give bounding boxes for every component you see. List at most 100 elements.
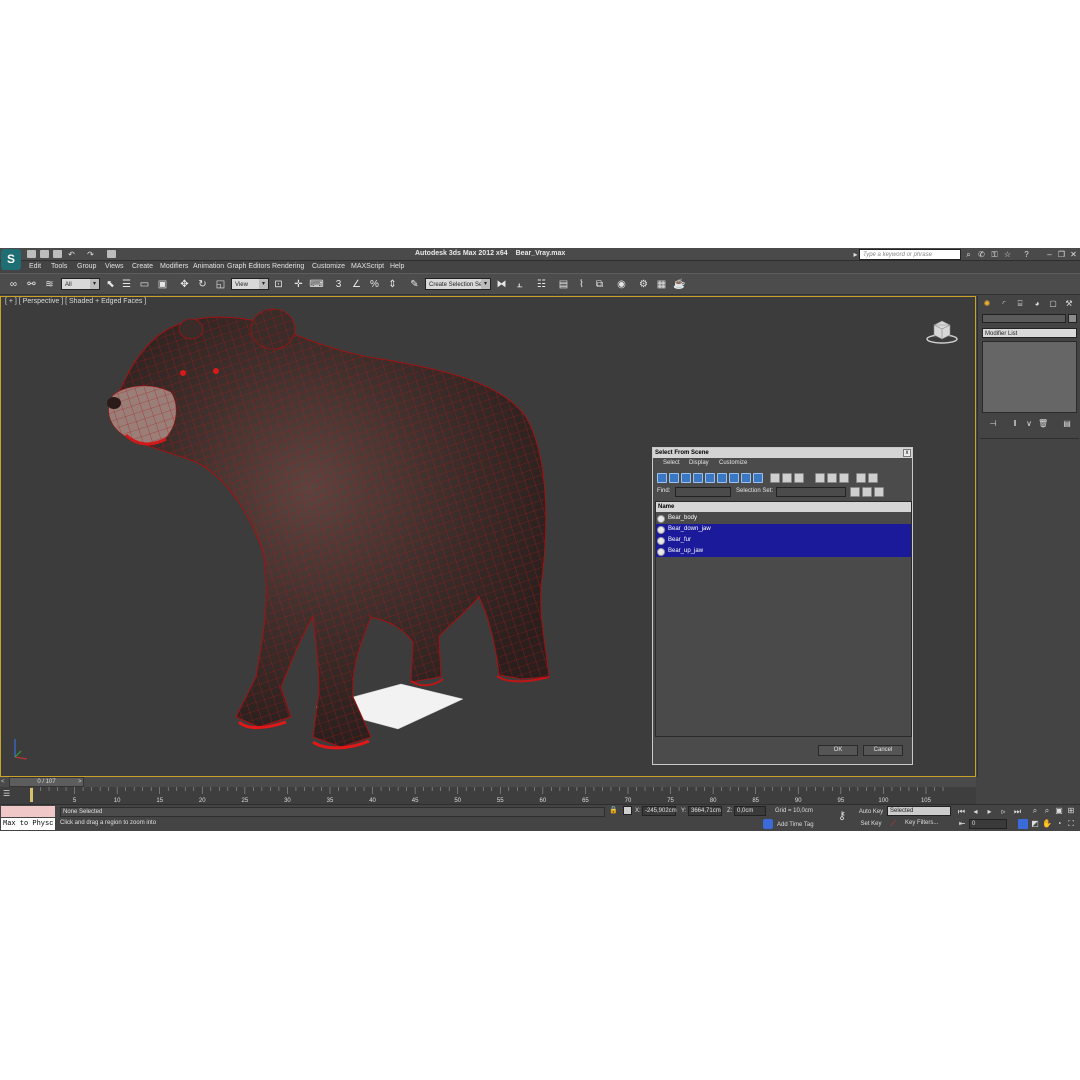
angle-snap-icon[interactable]: ∠ (349, 277, 364, 292)
list-item[interactable]: Bear_down_jaw (656, 524, 911, 535)
play-icon[interactable]: ▸ (984, 806, 995, 817)
application-button-icon[interactable]: S (1, 249, 21, 270)
absolute-mode-icon[interactable] (623, 806, 632, 815)
list-item[interactable]: Bear_body (656, 513, 911, 524)
open-file-icon[interactable] (40, 250, 49, 258)
object-color-swatch[interactable] (1068, 314, 1077, 323)
dialog-title[interactable]: Select From Scene (653, 448, 912, 458)
set-key-button[interactable]: Set Key (857, 819, 885, 829)
align-icon[interactable]: ⫠ (512, 277, 527, 292)
display-tab-icon[interactable]: ▢ (1047, 298, 1059, 310)
configure-modifier-sets-icon[interactable]: ▤ (1062, 419, 1072, 429)
ok-button[interactable]: OK (818, 745, 858, 756)
pan-icon[interactable]: ✋ (1042, 819, 1052, 829)
menu-group[interactable]: Group (77, 263, 96, 270)
time-tag-icon[interactable] (763, 819, 773, 829)
menu-create[interactable]: Create (132, 263, 153, 270)
x-coordinate-field[interactable]: -245,902cm (642, 806, 677, 816)
frame-ruler[interactable]: 5 10 15 20 25 30 35 40 45 50 55 60 65 70 75 80 85 90 95 100… (30, 787, 945, 804)
zoom-all-icon[interactable]: ⌕ (1042, 806, 1052, 816)
rotate-icon[interactable]: ↻ (195, 277, 210, 292)
filter-cameras-icon[interactable] (693, 473, 703, 483)
selection-set-dropdown[interactable] (776, 487, 846, 497)
find-input[interactable] (675, 487, 731, 497)
auto-key-button[interactable]: Auto Key (857, 807, 885, 817)
select-all-icon[interactable] (815, 473, 825, 483)
filter-xrefs-icon[interactable] (741, 473, 751, 483)
bind-space-warp-icon[interactable]: ≋ (42, 277, 57, 292)
move-icon[interactable]: ✥ (177, 277, 192, 292)
create-tab-icon[interactable]: ✺ (981, 298, 993, 310)
communication-center-icon[interactable]: ✆ (977, 250, 986, 259)
track-bar[interactable]: ☰ 5 10 15 20 25 30 35 40 45 50 55 60 65 70 75 80 85 90 95 1… (0, 787, 976, 804)
orbit-icon[interactable]: ◔ (1054, 819, 1064, 829)
material-editor-icon[interactable]: ◉ (614, 277, 629, 292)
menu-customize[interactable]: Customize (312, 263, 345, 270)
select-none-icon[interactable] (827, 473, 837, 483)
render-setup-icon[interactable]: ⚙ (636, 277, 651, 292)
zoom-extents-all-icon[interactable]: ⊞ (1066, 806, 1076, 816)
remove-modifier-icon[interactable]: 🗑 (1038, 419, 1048, 429)
z-coordinate-field[interactable]: 0,0cm (734, 806, 766, 816)
unlink-icon[interactable]: ⚯ (24, 277, 39, 292)
graphite-ribbon-icon[interactable]: ▤ (556, 277, 571, 292)
time-configuration-icon[interactable] (1018, 819, 1028, 829)
selection-filter-dropdown[interactable]: All ▾ (61, 278, 100, 290)
menu-graph-editors[interactable]: Graph Editors (227, 263, 270, 270)
render-production-icon[interactable]: ☕ (672, 277, 687, 292)
save-file-icon[interactable] (53, 250, 62, 258)
filter-lights-icon[interactable] (681, 473, 691, 483)
subscription-icon[interactable]: ⚿ (990, 250, 999, 259)
time-slider-prev[interactable]: < (1, 777, 9, 787)
menu-modifiers[interactable]: Modifiers (160, 263, 188, 270)
time-slider-next[interactable]: > (78, 777, 86, 787)
display-influences-icon[interactable] (782, 473, 792, 483)
filter-bones-icon[interactable] (753, 473, 763, 483)
time-slider-handle[interactable]: 0 / 107 (9, 777, 84, 787)
curve-editor-icon[interactable]: ⌇ (574, 277, 589, 292)
named-selection-dropdown[interactable]: Create Selection Se ▾ (425, 278, 491, 290)
dialog-menu-display[interactable]: Display (689, 460, 709, 466)
viewcube-icon[interactable] (926, 319, 958, 345)
current-frame-field[interactable]: 0 (969, 819, 1007, 829)
current-frame-marker[interactable] (30, 788, 33, 802)
utilities-tab-icon[interactable]: ⚒ (1063, 298, 1075, 310)
mirror-icon[interactable]: ⧓ (494, 277, 509, 292)
modifier-list-dropdown[interactable]: Modifier List (982, 328, 1077, 338)
hierarchy-tab-icon[interactable]: ⌸ (1014, 298, 1026, 310)
filter-helpers-icon[interactable] (705, 473, 715, 483)
scale-icon[interactable]: ◱ (213, 277, 228, 292)
pin-stack-icon[interactable]: ⊣ (988, 419, 998, 429)
zoom-extents-icon[interactable]: ▣ (1054, 806, 1064, 816)
dialog-close-button[interactable]: x (903, 449, 911, 457)
viewport-label[interactable]: [ + ] [ Perspective ] [ Shaded + Edged F… (5, 298, 146, 305)
keyboard-shortcut-override-icon[interactable]: ⌨ (309, 277, 324, 292)
filter-shapes-icon[interactable] (669, 473, 679, 483)
key-filters-button[interactable]: Key Filters... (905, 820, 938, 826)
rectangular-selection-icon[interactable]: ▭ (137, 277, 152, 292)
close-icon[interactable]: ✕ (1069, 250, 1078, 259)
rendered-frame-window-icon[interactable]: ▦ (654, 277, 669, 292)
menu-maxscript[interactable]: MAXScript (351, 263, 384, 270)
set-key-tangent-icon[interactable]: ⟋ (888, 819, 898, 829)
mini-curve-editor-icon[interactable]: ☰ (3, 789, 17, 801)
help-icon[interactable]: ? (1022, 250, 1031, 259)
selection-set-edit-icon[interactable] (874, 487, 884, 497)
filter-geometry-icon[interactable] (657, 473, 667, 483)
sort-icon[interactable] (868, 473, 878, 483)
selection-set-add-icon[interactable] (850, 487, 860, 497)
field-of-view-icon[interactable]: ◩ (1030, 819, 1040, 829)
make-unique-icon[interactable]: ∨ (1024, 419, 1034, 429)
menu-animation[interactable]: Animation (193, 263, 224, 270)
go-to-start-icon[interactable]: ⏮ (956, 806, 967, 817)
previous-frame-icon[interactable]: ◂ (970, 806, 981, 817)
dialog-menu-select[interactable]: Select (663, 460, 680, 466)
menu-views[interactable]: Views (105, 263, 124, 270)
window-crossing-icon[interactable]: ▣ (155, 277, 170, 292)
default-in-out-key-icon[interactable]: ⚷ (838, 809, 846, 822)
list-item[interactable]: Bear_up_jaw (656, 546, 911, 557)
select-manipulate-icon[interactable]: ✛ (291, 277, 306, 292)
layer-manager-icon[interactable]: ☷ (534, 277, 549, 292)
reference-coordinate-dropdown[interactable]: View ▾ (231, 278, 269, 290)
zoom-icon[interactable]: ⌕ (1030, 806, 1040, 816)
